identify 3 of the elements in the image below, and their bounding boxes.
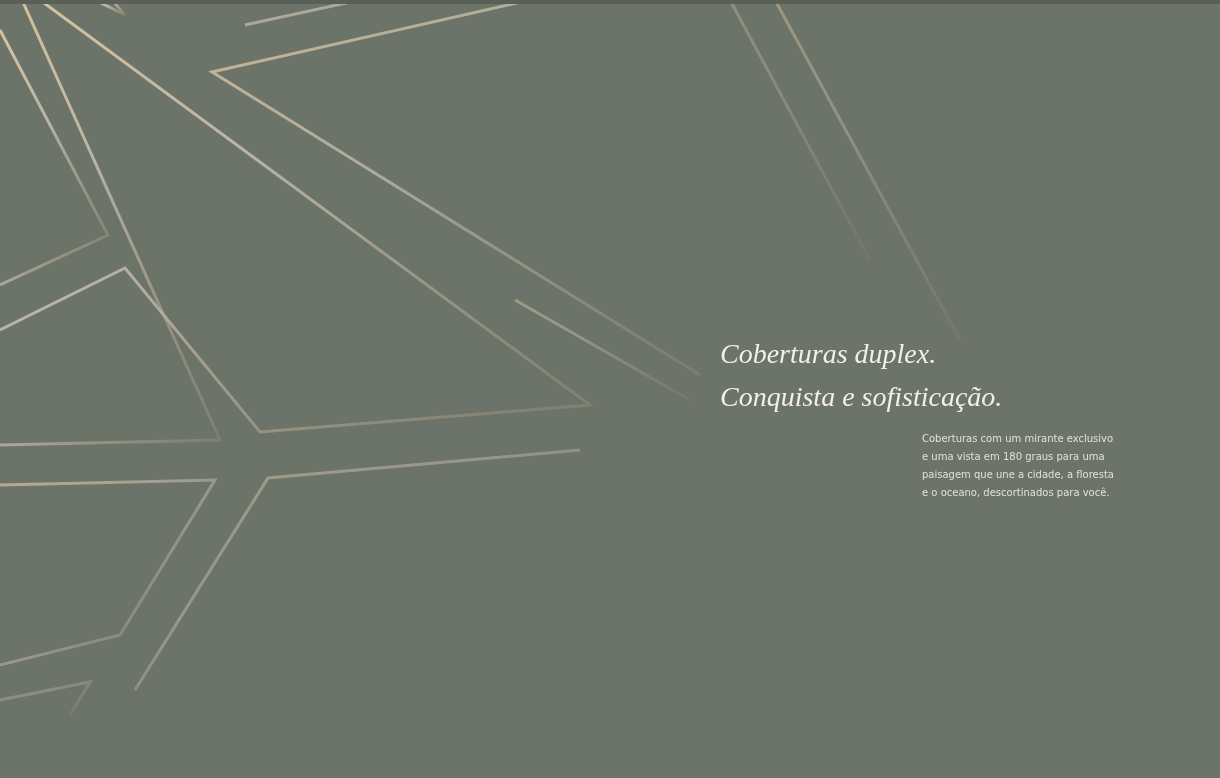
headline: Coberturas duplex.: [720, 337, 938, 371]
description-text: Coberturas com um mirante exclusivo e uma vista em 180 graus para uma paisagem que une a cidade, a floresta e o oceano, descortinados para você.: [922, 432, 1115, 500]
headline: Conquista e sofisticação.: [720, 380, 1004, 414]
